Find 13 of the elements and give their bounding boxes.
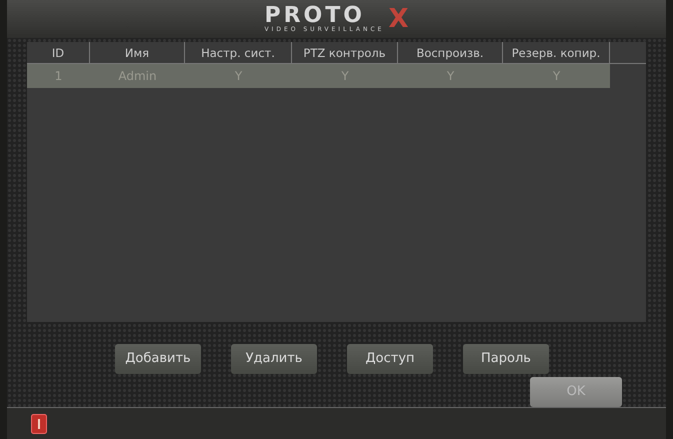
column-header: Воспроизв.: [398, 42, 503, 63]
column-header: Настр. сист.: [185, 42, 292, 63]
alarm-icon[interactable]: [31, 414, 47, 434]
action-button[interactable]: Пароль: [463, 344, 549, 374]
column-header: PTZ контроль: [292, 42, 398, 63]
action-button[interactable]: Добавить: [115, 344, 201, 374]
action-button[interactable]: Удалить: [231, 344, 317, 374]
column-header: Имя: [90, 42, 185, 63]
action-button[interactable]: Доступ: [347, 344, 433, 374]
column-header: Резерв. копир.: [503, 42, 610, 63]
logo-mark: X: [388, 6, 409, 32]
column-header: ID: [27, 42, 90, 63]
logo-text: PROTO: [264, 5, 365, 27]
